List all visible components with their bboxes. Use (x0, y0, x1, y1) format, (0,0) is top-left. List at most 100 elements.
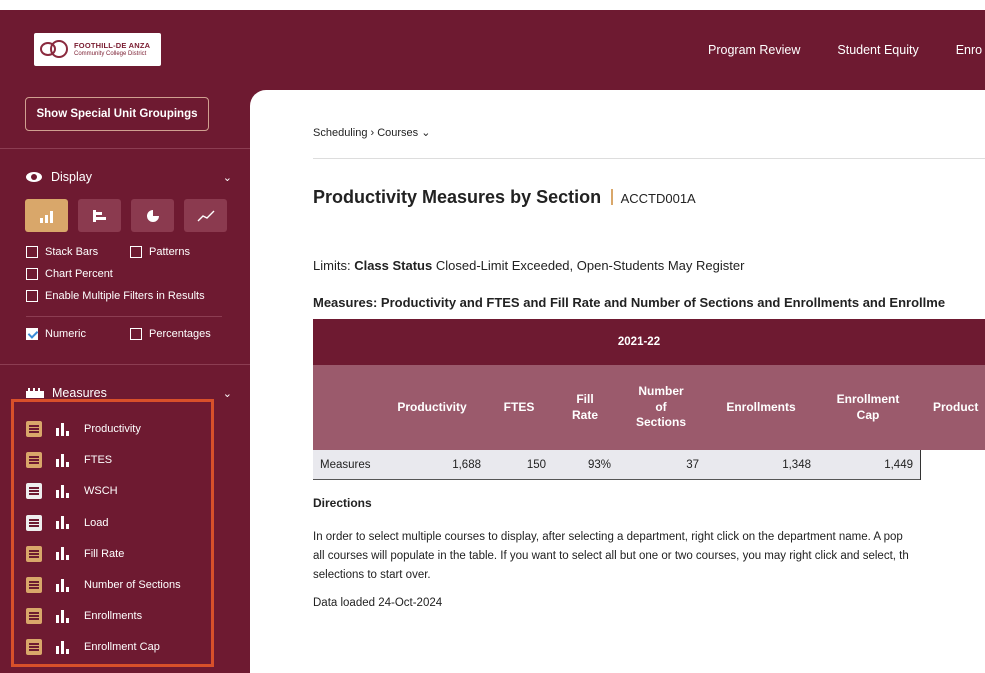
bar-chart-icon[interactable] (56, 453, 70, 467)
checkbox[interactable] (26, 246, 38, 258)
measure-item[interactable]: Fill Rate (26, 545, 125, 562)
measure-item[interactable]: Number of Sections (26, 577, 181, 593)
results-table: 2021-22 Productivity FTES Fill Rate Numb… (313, 319, 985, 480)
cell-enrollment-cap: 1,449 (884, 459, 913, 471)
table-icon[interactable] (26, 483, 42, 500)
bar-chart-icon[interactable] (56, 422, 70, 436)
ruler-icon (26, 388, 44, 398)
measures-summary: Measures: Productivity and FTES and Fill… (313, 295, 946, 310)
measure-label: Load (84, 516, 109, 529)
measure-item[interactable]: Productivity (26, 421, 141, 437)
divider (313, 158, 985, 159)
eye-icon (26, 172, 42, 182)
column-headers: Productivity FTES Fill Rate Number of Se… (313, 365, 985, 450)
table-icon[interactable] (26, 514, 42, 531)
col-productivity-2[interactable]: Product (933, 365, 985, 450)
data-loaded-note: Data loaded 24-Oct-2024 (313, 597, 443, 609)
measures-highlight-box (11, 399, 214, 667)
measure-label: Productivity (84, 423, 141, 435)
logo-mark-icon (38, 38, 70, 62)
cell-number-of-sections: 37 (686, 459, 699, 471)
table-icon[interactable] (26, 577, 42, 593)
measure-label: WSCH (84, 485, 118, 498)
checkbox[interactable] (130, 328, 142, 340)
cell-ftes: 150 (526, 459, 546, 471)
bar-chart-icon[interactable] (56, 578, 70, 592)
top-nav: Program Review Student Equity Enro (708, 43, 985, 57)
col-enrollments[interactable]: Enrollments (717, 365, 805, 450)
checkbox[interactable] (26, 268, 38, 280)
main-panel: Scheduling › Courses ⌄ Productivity Meas… (250, 90, 985, 673)
bar-chart-icon[interactable] (56, 516, 70, 530)
line-chart-button[interactable] (184, 199, 227, 232)
col-productivity[interactable]: Productivity (391, 365, 473, 450)
sidebar: Show Special Unit Groupings Display ⌄ St… (0, 90, 250, 673)
horizontal-bar-button[interactable] (78, 199, 121, 232)
cell-empty (920, 450, 985, 480)
nav-program-review[interactable]: Program Review (708, 43, 800, 57)
top-strip (0, 0, 985, 10)
divider (0, 148, 250, 149)
measure-item[interactable]: Enrollment Cap (26, 639, 160, 656)
line-chart-icon (197, 210, 214, 221)
page-title: Productivity Measures by Section ACCTD001… (313, 187, 696, 207)
chevron-down-icon: ⌄ (222, 171, 232, 184)
col-fill-rate[interactable]: Fill Rate (565, 365, 605, 450)
bar-chart-icon (39, 210, 53, 223)
bar-chart-button[interactable] (25, 199, 68, 232)
directions-heading: Directions (313, 496, 372, 510)
directions-text: In order to select multiple courses to d… (313, 531, 909, 581)
col-ftes[interactable]: FTES (497, 365, 541, 450)
logo-line2: Community College District (74, 50, 147, 57)
divider (26, 316, 222, 317)
pie-chart-button[interactable] (131, 199, 174, 232)
pie-chart-icon (146, 209, 159, 222)
display-section-toggle[interactable]: Display ⌄ (26, 170, 232, 184)
col-number-of-sections[interactable]: Number of Sections (627, 365, 695, 450)
bar-chart-icon[interactable] (56, 484, 70, 498)
chart-type-buttons (25, 199, 237, 232)
checkbox[interactable] (130, 246, 142, 258)
measure-label: Number of Sections (84, 579, 181, 591)
limits-line: Limits: Class Status Closed-Limit Exceed… (313, 258, 745, 273)
multiple-filters-check[interactable]: Enable Multiple Filters in Results (26, 290, 205, 302)
district-logo[interactable]: FOOTHILL-DE ANZA Community College Distr… (34, 33, 161, 66)
measure-item[interactable]: FTES (26, 452, 113, 469)
stack-bars-check[interactable]: Stack Bars (26, 246, 98, 258)
measure-label: FTES (84, 454, 113, 467)
checkbox[interactable] (26, 290, 38, 302)
cell-productivity: 1,688 (452, 459, 481, 471)
display-label: Display (51, 170, 92, 184)
bar-chart-icon[interactable] (56, 609, 70, 623)
table-icon[interactable] (26, 639, 42, 656)
patterns-check[interactable]: Patterns (130, 246, 190, 258)
bar-chart-icon[interactable] (56, 547, 70, 561)
divider (0, 364, 250, 365)
horizontal-bar-icon (92, 209, 106, 222)
table-icon[interactable] (26, 608, 42, 625)
chart-percent-check[interactable]: Chart Percent (26, 268, 113, 280)
measures-section-toggle[interactable]: Measures ⌄ (26, 386, 232, 400)
table-icon[interactable] (26, 421, 42, 437)
measure-item[interactable]: Enrollments (26, 608, 143, 625)
measure-label: Enrollments (84, 610, 143, 623)
show-special-unit-groupings-button[interactable]: Show Special Unit Groupings (25, 97, 209, 131)
cell-fill-rate: 93% (587, 459, 611, 471)
numeric-check[interactable]: Numeric (26, 328, 86, 340)
cell-enrollments: 1,348 (782, 459, 811, 471)
checkbox-checked[interactable] (26, 328, 38, 340)
measure-label: Fill Rate (84, 547, 125, 560)
year-header: 2021-22 (313, 319, 985, 365)
measures-label: Measures (52, 386, 107, 400)
measure-item[interactable]: WSCH (26, 483, 118, 500)
nav-enrollment[interactable]: Enro (956, 43, 982, 57)
table-icon[interactable] (26, 545, 42, 562)
col-enrollment-cap[interactable]: Enrollment Cap (825, 365, 911, 450)
measure-item[interactable]: Load (26, 514, 109, 531)
breadcrumb[interactable]: Scheduling › Courses ⌄ (313, 126, 430, 139)
nav-student-equity[interactable]: Student Equity (837, 43, 918, 57)
percentages-check[interactable]: Percentages (130, 328, 211, 340)
row-label: Measures (320, 459, 371, 471)
bar-chart-icon[interactable] (56, 640, 70, 654)
table-icon[interactable] (26, 452, 42, 469)
